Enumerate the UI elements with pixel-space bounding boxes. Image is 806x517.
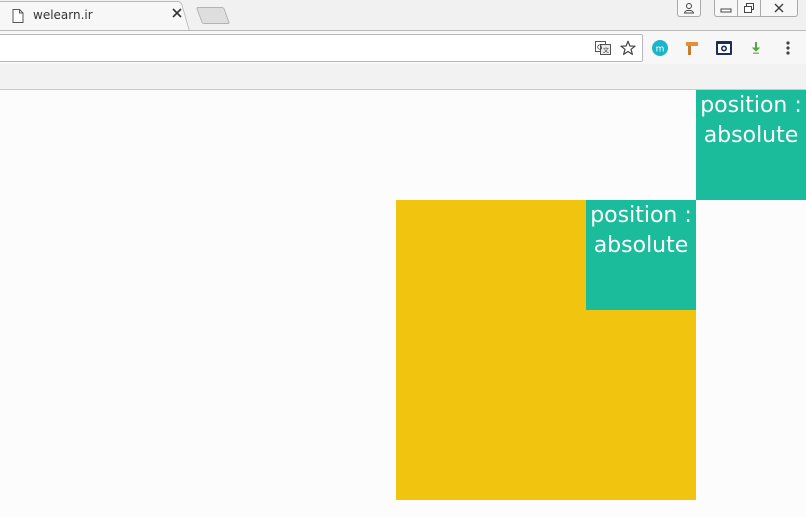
minimize-icon — [720, 8, 732, 13]
bookmark-star-icon[interactable] — [620, 40, 636, 56]
outer-box-line1: position : — [700, 93, 802, 118]
page-viewport: position : absolute position : absolute — [0, 90, 806, 517]
extension-m-icon[interactable]: m — [651, 39, 669, 57]
window-controls — [670, 0, 806, 18]
close-window-button[interactable] — [761, 0, 798, 17]
restore-icon — [744, 3, 754, 13]
svg-text:m: m — [656, 44, 665, 54]
close-icon — [774, 3, 784, 13]
profile-button[interactable] — [677, 0, 701, 17]
outer-absolute-box: position : absolute — [696, 90, 806, 200]
menu-kebab-icon[interactable] — [779, 39, 797, 57]
new-tab-button[interactable] — [195, 7, 231, 24]
document-icon — [12, 8, 24, 23]
download-icon[interactable] — [747, 39, 765, 57]
toolbar: G 文 m — [0, 30, 806, 65]
tab-close-icon[interactable] — [171, 8, 183, 20]
address-bar[interactable]: G 文 — [0, 34, 643, 62]
profile-icon — [683, 3, 695, 14]
tab-title: welearn.ir — [33, 8, 93, 22]
restore-button[interactable] — [737, 0, 761, 17]
inner-box-line1: position : — [590, 203, 692, 228]
outer-box-line2: absolute — [703, 123, 799, 148]
bookmark-bar — [0, 64, 806, 90]
svg-text:文: 文 — [603, 47, 609, 55]
relative-container-box: position : absolute — [396, 200, 696, 500]
extension-hammer-icon[interactable] — [683, 39, 701, 57]
tab-welearn[interactable]: welearn.ir — [10, 4, 190, 26]
inner-box-line2: absolute — [593, 233, 689, 258]
browser-frame: welearn.ir G 文 m — [0, 0, 806, 90]
inner-absolute-box: position : absolute — [586, 200, 696, 310]
translate-icon[interactable]: G 文 — [595, 40, 611, 56]
svg-text:G: G — [597, 44, 602, 52]
minimize-button[interactable] — [714, 0, 737, 17]
tab-strip: welearn.ir — [0, 0, 806, 31]
extension-camera-icon[interactable] — [715, 39, 733, 57]
